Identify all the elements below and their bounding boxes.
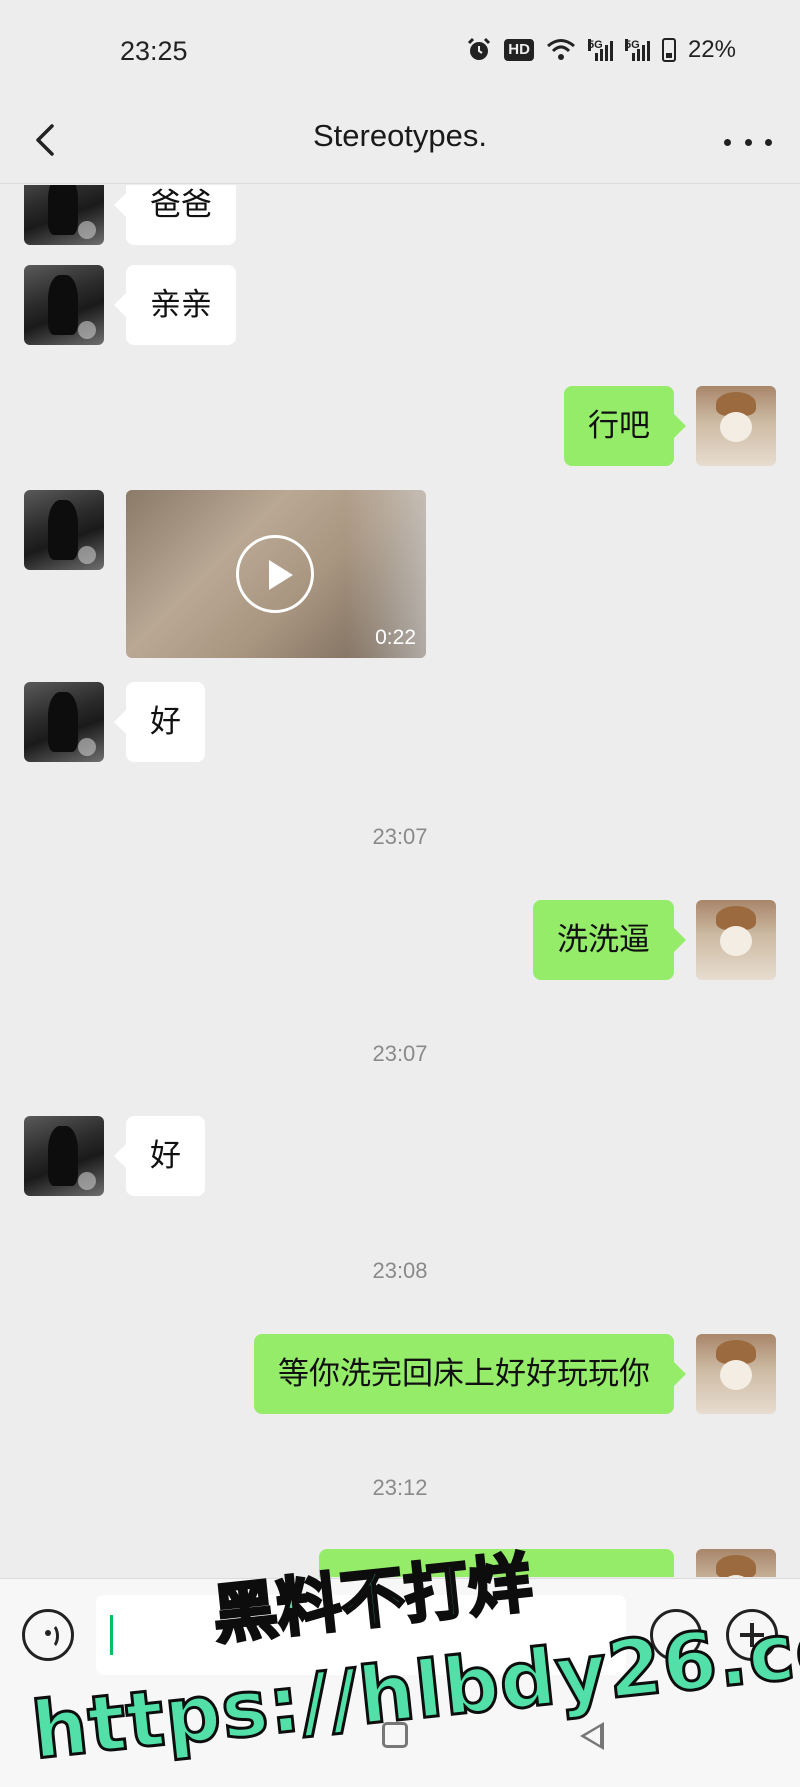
message-bubble[interactable]: 爸爸 (114, 185, 236, 245)
signal-5g-icon: 5G (587, 39, 613, 61)
message-bubble[interactable]: 好 (114, 682, 205, 762)
alarm-icon (466, 37, 492, 63)
status-time: 23:25 (120, 36, 188, 66)
hd-icon: HD (504, 39, 534, 61)
my-avatar[interactable] (696, 900, 776, 980)
chat-title: Stereotypes. (312, 118, 488, 153)
chat-header: Stereotypes. (0, 100, 800, 184)
message-timestamp: 23:08 (372, 1258, 428, 1283)
contact-avatar[interactable] (24, 490, 104, 570)
message-bubble[interactable]: 洗洗逼 (533, 900, 686, 980)
video-duration: 0:22 (375, 626, 416, 649)
voice-icon[interactable] (22, 1609, 74, 1661)
my-avatar[interactable] (696, 386, 776, 466)
contact-avatar[interactable] (24, 185, 104, 245)
video-message[interactable]: 0:22 (126, 490, 426, 658)
contact-avatar[interactable] (24, 1116, 104, 1196)
system-nav-bar (0, 1690, 800, 1787)
plus-icon[interactable] (726, 1609, 778, 1661)
message-bubble[interactable]: 亲亲 (114, 265, 236, 345)
contact-avatar[interactable] (24, 265, 104, 345)
message-bubble[interactable]: 行吧 (564, 386, 686, 466)
more-dots-icon[interactable] (724, 122, 772, 162)
text-caret (110, 1615, 113, 1655)
message-bubble[interactable]: 等你洗完回床上好好玩玩你 (254, 1334, 686, 1414)
message-timestamp: 23:07 (372, 1041, 428, 1066)
play-icon[interactable] (236, 535, 314, 613)
message-bubble-partial[interactable] (319, 1549, 674, 1577)
menu-icon[interactable] (178, 1734, 210, 1737)
battery-icon (661, 38, 676, 62)
message-input[interactable] (96, 1595, 626, 1675)
status-icons: HD 5G 5G 22% (466, 36, 736, 64)
my-avatar[interactable] (696, 1549, 776, 1577)
message-timestamp: 23:07 (372, 824, 428, 849)
message-list[interactable]: 爸爸 亲亲 行吧 0:22 好 23:07 洗洗逼 23:07 好 23:08 … (0, 185, 800, 1577)
back-triangle-icon[interactable] (580, 1722, 604, 1750)
message-bubble[interactable]: 好 (114, 1116, 205, 1196)
battery-percent: 22% (687, 36, 736, 63)
signal-5g-icon: 5G (624, 39, 650, 61)
status-bar: 23:25 HD 5G 5G 22% (0, 0, 800, 100)
emoji-icon[interactable] (650, 1609, 702, 1661)
input-bar (0, 1578, 800, 1690)
home-square-icon[interactable] (382, 1722, 408, 1748)
wifi-icon (546, 38, 576, 62)
message-timestamp: 23:12 (372, 1475, 428, 1500)
contact-avatar[interactable] (24, 682, 104, 762)
my-avatar[interactable] (696, 1334, 776, 1414)
